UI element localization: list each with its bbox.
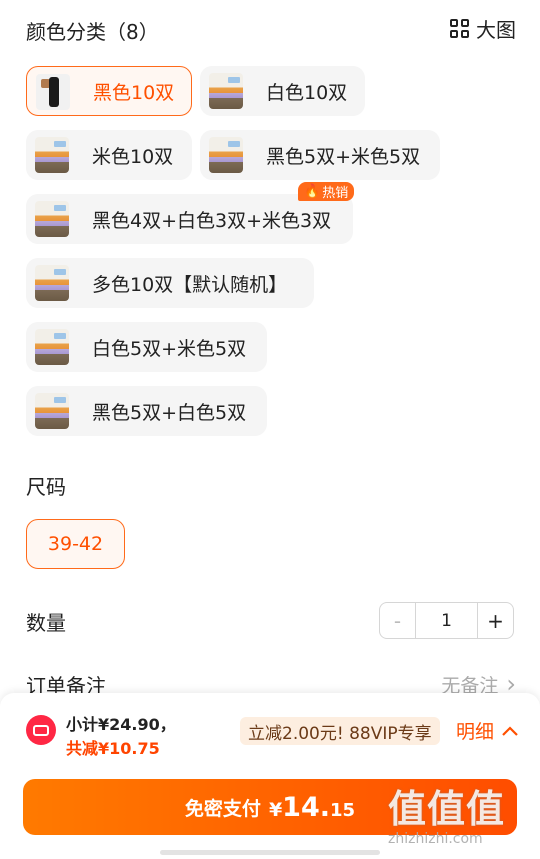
- decrement-button[interactable]: -: [380, 603, 416, 638]
- product-thumbnail: [35, 201, 69, 237]
- vip-promo-badge: 立减2.00元! 88VIP专享: [240, 717, 440, 745]
- color-option-label: 白色5双+米色5双: [92, 337, 247, 360]
- color-option-white-10[interactable]: 白色10双: [200, 66, 365, 116]
- quantity-title: 数量: [26, 611, 66, 635]
- pay-currency: ¥: [268, 798, 283, 821]
- color-option-black5-beige5[interactable]: 黑色5双+米色5双: [200, 130, 440, 180]
- product-thumbnail: [35, 265, 69, 301]
- grid-icon: [450, 18, 470, 39]
- chevron-up-icon: [502, 725, 518, 736]
- color-option-label: 多色10双【默认随机】: [92, 273, 288, 296]
- site-watermark: 值值值 zhizhizhi.com: [388, 778, 536, 856]
- discount-text: 共减¥10.75: [66, 739, 160, 758]
- color-option-black-10[interactable]: 黑色10双: [26, 66, 192, 116]
- color-option-multi-10[interactable]: 多色10双【默认随机】: [26, 258, 314, 308]
- home-indicator: [160, 850, 380, 855]
- color-section-title: 颜色分类（8）: [26, 20, 159, 44]
- big-view-label: 大图: [476, 18, 516, 42]
- watermark-logo: 值值值: [388, 787, 506, 831]
- color-option-label: 黑色5双+米色5双: [266, 145, 421, 168]
- color-option-black4-white3-beige3[interactable]: 黑色4双+白色3双+米色3双: [26, 194, 353, 244]
- size-section-title: 尺码: [26, 475, 66, 499]
- color-option-label: 黑色10双: [93, 81, 175, 104]
- pay-amount-dec: 15: [330, 799, 356, 821]
- flame-icon: 🔥: [304, 184, 321, 199]
- product-thumbnail: [36, 74, 70, 110]
- color-option-label: 米色10双: [92, 145, 174, 168]
- hot-badge-label: 热销: [322, 186, 349, 201]
- pay-button-label: 免密支付: [184, 797, 261, 820]
- hot-badge: 🔥 热销: [298, 182, 355, 201]
- color-option-black5-white5[interactable]: 黑色5双+白色5双: [26, 386, 267, 436]
- details-toggle[interactable]: 明细: [456, 717, 518, 744]
- color-option-label: 黑色4双+白色3双+米色3双: [92, 209, 332, 232]
- pay-amount-int: 14.: [282, 791, 331, 823]
- product-thumbnail: [35, 329, 69, 365]
- color-option-label: 黑色5双+白色5双: [92, 401, 247, 424]
- increment-button[interactable]: +: [477, 603, 513, 638]
- product-thumbnail: [209, 73, 243, 109]
- product-thumbnail: [209, 137, 243, 173]
- quantity-stepper: - 1 +: [379, 602, 514, 639]
- color-option-white5-beige5[interactable]: 白色5双+米色5双: [26, 322, 267, 372]
- coupon-icon: [26, 715, 56, 745]
- subtotal-text: 小计¥24.90，: [66, 715, 176, 734]
- details-label: 明细: [456, 721, 495, 743]
- quantity-value[interactable]: 1: [416, 611, 477, 631]
- pay-amount: ¥14.15: [269, 792, 355, 823]
- big-view-button[interactable]: 大图: [450, 14, 516, 43]
- product-thumbnail: [35, 393, 69, 429]
- size-option-39-42[interactable]: 39-42: [26, 519, 125, 569]
- color-option-beige-10[interactable]: 米色10双: [26, 130, 192, 180]
- color-option-label: 白色10双: [266, 81, 348, 104]
- watermark-url: zhizhizhi.com: [388, 831, 483, 847]
- product-thumbnail: [35, 137, 69, 173]
